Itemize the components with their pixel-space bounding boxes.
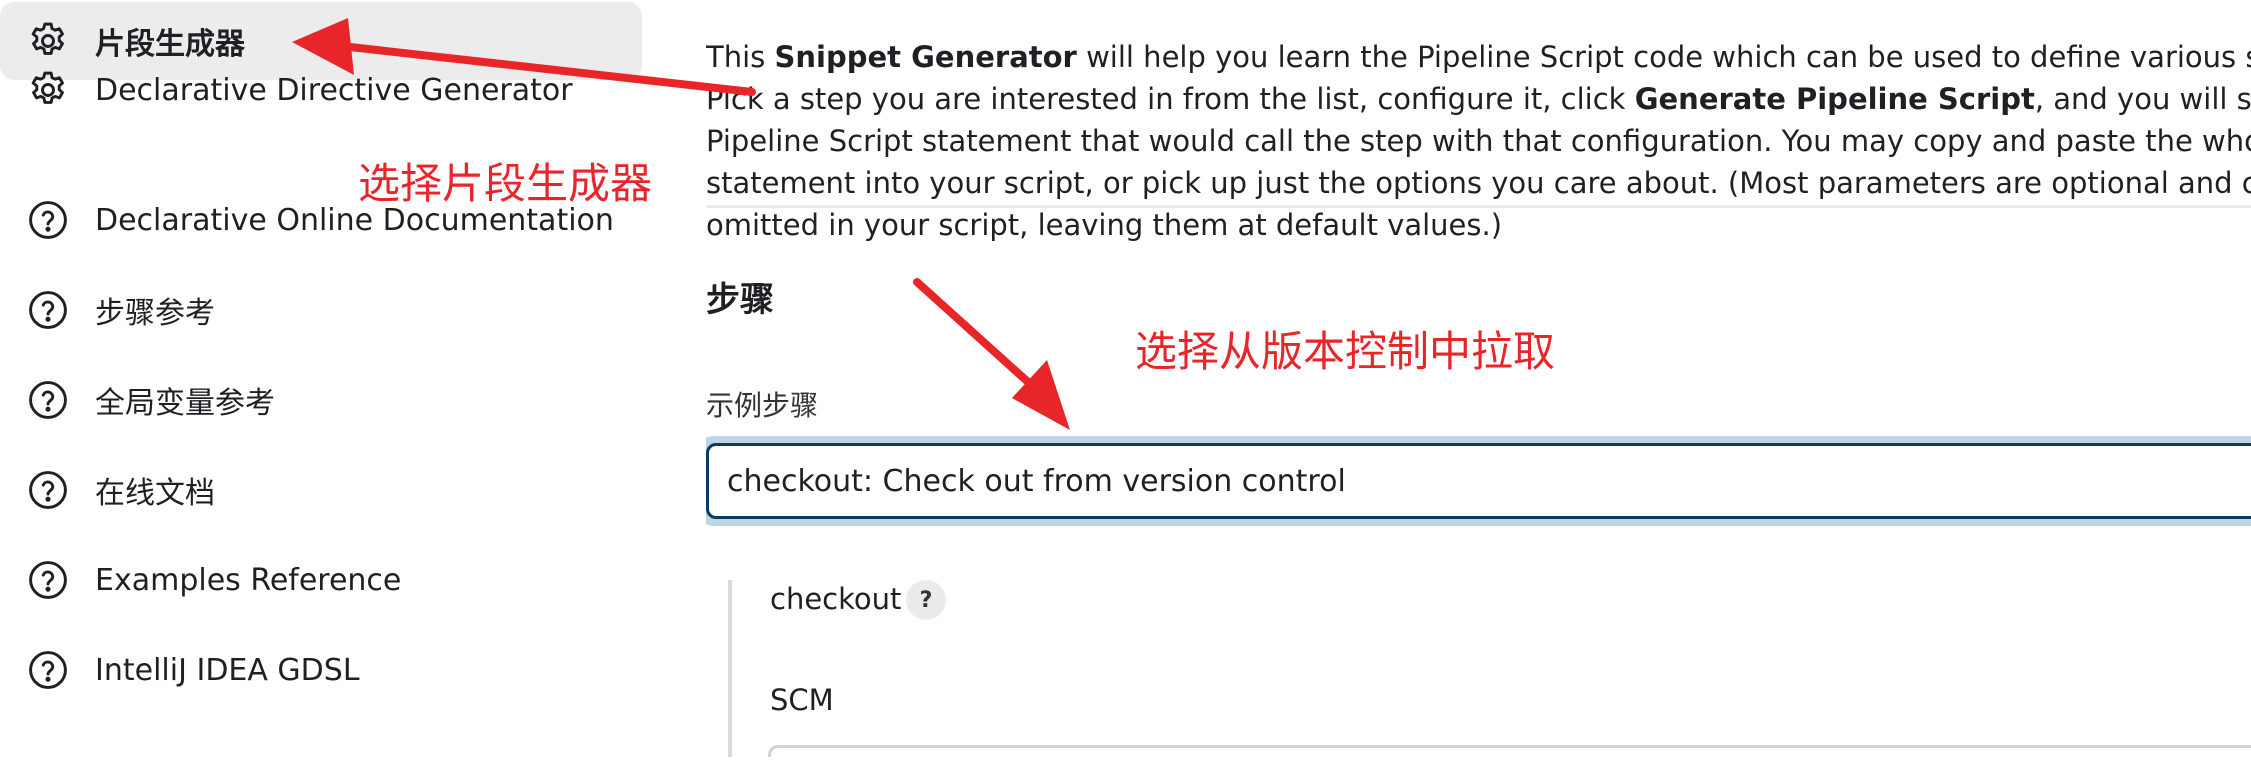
divider <box>706 205 2251 208</box>
scm-select[interactable] <box>768 745 2251 757</box>
sidebar-item-label: Declarative Directive Generator <box>95 72 573 108</box>
help-circle-icon <box>26 468 70 512</box>
help-circle-icon <box>26 198 70 242</box>
sidebar-item-label: 步骤参考 <box>95 296 215 331</box>
step-name: checkout <box>770 582 902 616</box>
sidebar-item-online-documentation[interactable]: 在线文档 <box>0 451 642 529</box>
sidebar-item-global-variable-reference[interactable]: 全局变量参考 <box>0 361 642 439</box>
help-circle-icon <box>26 378 70 422</box>
sidebar-item-declarative-directive-generator[interactable]: Declarative Directive Generator <box>0 51 642 129</box>
intro-paragraph: This Snippet Generator will help you lea… <box>706 36 2251 246</box>
sidebar-item-examples-reference[interactable]: Examples Reference <box>0 541 642 619</box>
sidebar-item-declarative-online-documentation[interactable]: Declarative Online Documentation <box>0 181 642 259</box>
help-button[interactable]: ? <box>906 580 946 620</box>
sidebar: 片段生成器 Declarative Directive Generator De… <box>0 0 650 757</box>
sample-step-label: 示例步骤 <box>706 389 819 422</box>
sidebar-item-intellij-idea-gdsl[interactable]: IntelliJ IDEA GDSL <box>0 631 642 709</box>
help-icon: ? <box>919 587 933 613</box>
intro-bold-generate-pipeline-script: Generate Pipeline Script <box>1634 82 2035 116</box>
help-circle-icon <box>26 558 70 602</box>
sidebar-item-label: Examples Reference <box>95 562 402 598</box>
sidebar-item-label: 在线文档 <box>95 476 215 511</box>
sample-step-select-focus-ring: checkout: Check out from version control <box>706 436 2251 526</box>
sidebar-item-label: 全局变量参考 <box>95 386 275 421</box>
sidebar-item-label: IntelliJ IDEA GDSL <box>95 652 360 688</box>
selected-step-value: checkout: Check out from version control <box>727 463 1346 499</box>
sample-step-select[interactable]: checkout: Check out from version control <box>706 443 2251 519</box>
help-circle-icon <box>26 648 70 692</box>
gear-icon <box>26 68 70 112</box>
main-content: This Snippet Generator will help you lea… <box>706 0 2251 757</box>
step-config-block <box>728 580 2251 757</box>
section-title: 步骤 <box>706 280 774 320</box>
intro-text: This <box>706 40 775 74</box>
sidebar-item-label: Declarative Online Documentation <box>95 202 614 238</box>
intro-bold-snippet-generator: Snippet Generator <box>774 40 1077 74</box>
sidebar-item-step-reference[interactable]: 步骤参考 <box>0 271 642 349</box>
scm-label: SCM <box>770 683 834 717</box>
help-circle-icon <box>26 288 70 332</box>
